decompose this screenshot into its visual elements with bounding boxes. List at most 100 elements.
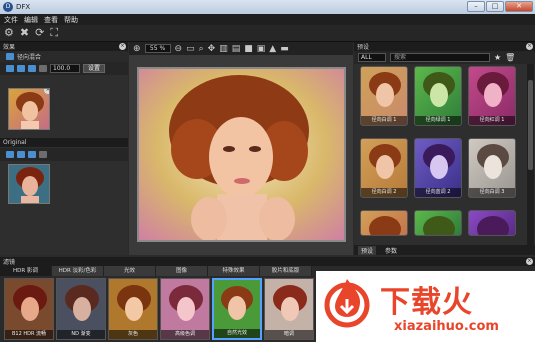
image-canvas-panel: ⊕ 55 % ⊖ ▭ ⌕ ✥ ▥ ▤ ■ ▣ ▲ ▬ bbox=[129, 42, 353, 255]
portrait-thumbnail bbox=[477, 216, 509, 235]
minimize-button[interactable]: – bbox=[467, 1, 485, 12]
menu-bar: 文件 编辑 查看 帮助 bbox=[0, 14, 535, 25]
camera-icon[interactable]: ▣ bbox=[257, 44, 266, 54]
menu-file[interactable]: 文件 bbox=[4, 15, 18, 25]
filters-panel-title: 滤镜 bbox=[3, 259, 16, 266]
filter-tile[interactable]: 灰色 bbox=[108, 278, 158, 340]
watermark-cn: 下载火 bbox=[380, 285, 473, 320]
original-controls bbox=[0, 148, 128, 161]
menu-view[interactable]: 查看 bbox=[44, 15, 58, 25]
preset-tile[interactable]: 径向白调 2 bbox=[360, 138, 408, 198]
mask-icon[interactable] bbox=[6, 151, 14, 158]
close-icon[interactable]: ✖ bbox=[20, 26, 29, 40]
preset-tile[interactable]: 径向蓝调 2 bbox=[414, 138, 462, 198]
lightning-icon[interactable] bbox=[28, 65, 36, 72]
tab-special[interactable]: 特殊效果 bbox=[208, 266, 260, 276]
filter-tile-selected[interactable]: 自然光效 bbox=[212, 278, 262, 340]
tab-parameters[interactable]: 参数 bbox=[382, 246, 400, 255]
filter-tile[interactable]: ND 渐变 bbox=[56, 278, 106, 340]
effects-panel: 效果 × 径向混合 100.0 设置 × Original bbox=[0, 42, 128, 255]
preset-label: 径向白调 1 bbox=[361, 116, 407, 125]
zoom-out-icon[interactable]: ⊖ bbox=[175, 44, 183, 54]
close-icon[interactable]: × bbox=[526, 258, 533, 265]
refresh-icon[interactable]: ⟳ bbox=[35, 26, 44, 40]
split-view-icon[interactable]: ▥ bbox=[219, 44, 228, 54]
preset-tile[interactable] bbox=[360, 210, 408, 236]
original-thumbnail[interactable] bbox=[8, 164, 50, 204]
category-select[interactable]: ALL bbox=[358, 53, 386, 62]
zoom-field[interactable]: 55 % bbox=[144, 44, 171, 53]
blend-icon[interactable] bbox=[39, 151, 47, 158]
preset-tile[interactable]: 径向红调 1 bbox=[468, 66, 516, 126]
histogram-icon[interactable]: ▲ bbox=[269, 44, 276, 54]
main-image[interactable] bbox=[137, 67, 346, 242]
maximize-button[interactable]: □ bbox=[486, 1, 504, 12]
preset-label: 径向绿调 1 bbox=[415, 116, 461, 125]
mask-icon[interactable] bbox=[6, 65, 14, 72]
filter-label: ND 渐变 bbox=[57, 330, 105, 339]
tab-light[interactable]: 光效 bbox=[104, 266, 156, 276]
fit-icon[interactable]: ▭ bbox=[186, 44, 195, 54]
tab-image[interactable]: 图像 bbox=[156, 266, 208, 276]
lightning-icon[interactable] bbox=[28, 151, 36, 158]
filter-tile[interactable]: B12 HDR 流畅 bbox=[4, 278, 54, 340]
presets-scrollbar[interactable] bbox=[527, 64, 534, 246]
filter-tile[interactable]: 高级色调 bbox=[160, 278, 210, 340]
close-icon[interactable]: × bbox=[119, 43, 126, 50]
preset-grid: 径向白调 1 径向绿调 1 径向红调 1 径向白调 2 径向蓝调 2 径向白调 … bbox=[358, 66, 522, 236]
preset-tile[interactable] bbox=[468, 210, 516, 236]
single-view-icon[interactable]: ■ bbox=[244, 44, 253, 54]
title-bar: D DFX – □ ✕ bbox=[0, 0, 535, 14]
scrollbar-thumb[interactable] bbox=[528, 80, 533, 170]
presets-filter-bar: ALL 搜索 ★ 🗑 bbox=[354, 51, 535, 64]
filter-label: B12 HDR 流畅 bbox=[5, 330, 53, 339]
close-icon[interactable]: × bbox=[526, 43, 533, 50]
tab-presets[interactable]: 预设 bbox=[358, 245, 377, 255]
preset-tile[interactable]: 径向白调 1 bbox=[360, 66, 408, 126]
blend-icon[interactable] bbox=[39, 65, 47, 72]
compare-icon[interactable]: ▤ bbox=[232, 44, 241, 54]
menu-edit[interactable]: 编辑 bbox=[24, 15, 38, 25]
presets-panel-header: 预设 × bbox=[354, 42, 535, 51]
tab-film[interactable]: 胶片和底版 bbox=[260, 266, 312, 276]
trash-icon[interactable]: 🗑 bbox=[505, 53, 515, 62]
close-window-button[interactable]: ✕ bbox=[505, 1, 533, 12]
effect-controls: 100.0 设置 bbox=[0, 62, 128, 75]
tab-hdr-color[interactable]: HDR 淡彩/色彩 bbox=[52, 266, 104, 276]
star-icon[interactable]: ★ bbox=[494, 53, 501, 62]
background-icon[interactable]: ▬ bbox=[280, 44, 289, 54]
effect-thumbnail[interactable]: × bbox=[8, 88, 50, 130]
preset-search-input[interactable]: 搜索 bbox=[390, 53, 490, 62]
move-icon[interactable]: ✥ bbox=[208, 44, 216, 54]
effect-name: 径向混合 bbox=[17, 54, 42, 61]
preset-label: 径向红调 1 bbox=[469, 116, 515, 125]
presets-tabs: 预设 参数 bbox=[354, 245, 535, 255]
preset-label: 径向蓝调 2 bbox=[415, 188, 461, 197]
menu-help[interactable]: 帮助 bbox=[64, 15, 78, 25]
filter-tile[interactable]: 暗调 bbox=[264, 278, 314, 340]
effects-panel-header: 效果 × bbox=[0, 42, 128, 51]
monitor-icon[interactable] bbox=[17, 151, 25, 158]
remove-effect-icon[interactable]: × bbox=[44, 89, 49, 94]
preset-label: 径向白调 2 bbox=[361, 188, 407, 197]
portrait-thumbnail bbox=[423, 216, 455, 235]
flame-logo-icon bbox=[324, 279, 370, 328]
preset-tile[interactable] bbox=[414, 210, 462, 236]
zoom-in-icon[interactable]: ⊕ bbox=[133, 44, 141, 54]
search-icon[interactable]: ⌕ bbox=[199, 44, 204, 54]
view-toolbar: ⊕ 55 % ⊖ ▭ ⌕ ✥ ▥ ▤ ■ ▣ ▲ ▬ bbox=[129, 42, 353, 55]
tab-hdr-tone[interactable]: HDR 影调 bbox=[0, 266, 52, 276]
preset-tile[interactable]: 径向白调 3 bbox=[468, 138, 516, 198]
set-button[interactable]: 设置 bbox=[83, 64, 106, 73]
preset-tile[interactable]: 径向绿调 1 bbox=[414, 66, 462, 126]
window-controls: – □ ✕ bbox=[467, 1, 533, 12]
gear-icon[interactable]: ⚙ bbox=[4, 26, 14, 40]
presets-panel: 预设 × ALL 搜索 ★ 🗑 径向白调 1 径向绿调 1 径向红调 1 径向白… bbox=[354, 42, 535, 255]
window-title: DFX bbox=[16, 3, 31, 11]
filter-label: 自然光效 bbox=[214, 329, 260, 338]
amount-field[interactable]: 100.0 bbox=[50, 64, 80, 73]
crop-icon[interactable]: ⛶ bbox=[50, 26, 58, 40]
monitor-icon[interactable] bbox=[17, 65, 25, 72]
app-icon: D bbox=[3, 2, 13, 12]
portrait-thumbnail bbox=[369, 216, 401, 235]
